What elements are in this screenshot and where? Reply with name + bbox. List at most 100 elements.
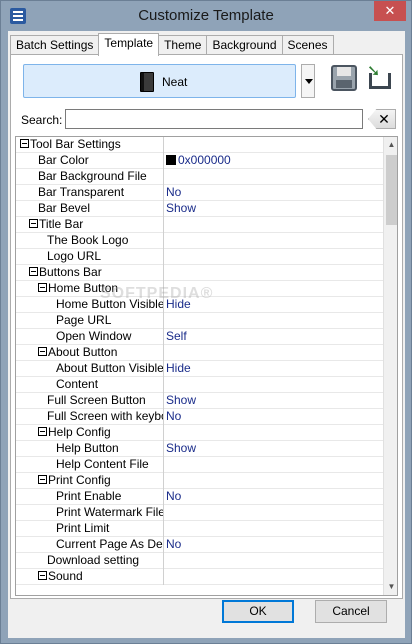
tree-row[interactable]: Help Config bbox=[16, 425, 384, 441]
property-name: Title Bar bbox=[16, 217, 164, 233]
template-select-button[interactable]: Neat bbox=[23, 64, 296, 98]
scroll-up-icon[interactable]: ▲ bbox=[384, 137, 397, 153]
property-value[interactable]: 0x000000 bbox=[166, 153, 231, 168]
collapse-toggle-icon[interactable] bbox=[38, 475, 47, 485]
property-name: Help Content File bbox=[16, 457, 164, 473]
tree-row[interactable]: About Button Visible Hide bbox=[16, 361, 384, 377]
tree-row[interactable]: Bar Bevel Show bbox=[16, 201, 384, 217]
property-name: Bar Transparent bbox=[16, 185, 164, 201]
property-value-text: Hide bbox=[166, 361, 191, 375]
title-bar[interactable]: Customize Template ✕ bbox=[1, 1, 411, 31]
collapse-toggle-icon[interactable] bbox=[29, 219, 38, 229]
property-value-text: Self bbox=[166, 329, 187, 343]
property-name: About Button bbox=[16, 345, 164, 361]
scroll-down-icon[interactable]: ▼ bbox=[384, 579, 397, 595]
property-label: Bar Transparent bbox=[38, 185, 125, 199]
property-value[interactable]: No bbox=[166, 537, 181, 552]
property-label: Print Config bbox=[48, 473, 111, 487]
tree-row[interactable]: The Book Logo bbox=[16, 233, 384, 249]
property-name: Download setting bbox=[16, 553, 164, 569]
tree-row[interactable]: Print Limit bbox=[16, 521, 384, 537]
tree-row[interactable]: Help Content File bbox=[16, 457, 384, 473]
tree-row[interactable]: Buttons Bar bbox=[16, 265, 384, 281]
tree-row[interactable]: Full Screen with keybo...No bbox=[16, 409, 384, 425]
template-tab-panel: Neat ➘ Search: ✕ Tool Bar Settings Bar Co… bbox=[10, 54, 403, 599]
tree-row[interactable]: Current Page As De... No bbox=[16, 537, 384, 553]
tree-row[interactable]: Logo URL bbox=[16, 249, 384, 265]
property-value[interactable]: Self bbox=[166, 329, 187, 344]
collapse-toggle-icon[interactable] bbox=[20, 139, 29, 149]
tree-row[interactable]: Help Button Show bbox=[16, 441, 384, 457]
property-value[interactable]: Show bbox=[166, 201, 196, 216]
property-name: Bar Background File bbox=[16, 169, 164, 185]
save-icon[interactable] bbox=[331, 65, 357, 91]
clear-search-button[interactable]: ✕ bbox=[368, 109, 396, 129]
search-input[interactable] bbox=[65, 109, 363, 129]
cancel-button[interactable]: Cancel bbox=[315, 600, 387, 623]
tree-row[interactable]: Download setting bbox=[16, 553, 384, 569]
property-name: Print Enable bbox=[16, 489, 164, 505]
tree-row[interactable]: Print Enable No bbox=[16, 489, 384, 505]
property-value[interactable]: Show bbox=[166, 393, 196, 408]
tree-row[interactable]: Bar Transparent No bbox=[16, 185, 384, 201]
tree-row[interactable]: Full Screen Button Show bbox=[16, 393, 384, 409]
tree-row[interactable]: Home Button Visible Hide bbox=[16, 297, 384, 313]
property-label: About Button bbox=[48, 345, 118, 359]
tree-row[interactable]: Tool Bar Settings bbox=[16, 137, 384, 153]
property-value[interactable]: No bbox=[166, 409, 181, 424]
collapse-toggle-icon[interactable] bbox=[38, 571, 47, 581]
tree-row[interactable]: Title Bar bbox=[16, 217, 384, 233]
property-name: Full Screen with keybo... bbox=[16, 409, 164, 425]
tree-row[interactable]: Sound bbox=[16, 569, 384, 585]
export-icon[interactable]: ➘ bbox=[365, 64, 393, 91]
dialog-window: Customize Template ✕ Batch Settings Temp… bbox=[0, 0, 412, 644]
property-value-text: No bbox=[166, 185, 182, 199]
tree-row[interactable]: Print Config bbox=[16, 473, 384, 489]
property-value[interactable]: No bbox=[166, 489, 181, 504]
property-label: Open Window bbox=[56, 329, 132, 343]
tree-row[interactable]: About Button bbox=[16, 345, 384, 361]
window-title: Customize Template bbox=[138, 7, 274, 24]
property-value-text: 0x000000 bbox=[178, 153, 231, 167]
property-name: Home Button bbox=[16, 281, 164, 297]
tab-theme[interactable]: Theme bbox=[158, 35, 208, 55]
collapse-toggle-icon[interactable] bbox=[38, 427, 47, 437]
tab-batch-settings[interactable]: Batch Settings bbox=[10, 35, 100, 55]
property-value-text: No bbox=[166, 537, 182, 551]
property-value[interactable]: Show bbox=[166, 441, 196, 456]
collapse-toggle-icon[interactable] bbox=[38, 283, 47, 293]
property-name: Full Screen Button bbox=[16, 393, 164, 409]
ok-button[interactable]: OK bbox=[222, 600, 294, 623]
scrollbar-thumb[interactable] bbox=[386, 155, 397, 225]
book-icon bbox=[140, 72, 154, 92]
property-label: Full Screen with keybo... bbox=[47, 409, 163, 423]
close-button[interactable]: ✕ bbox=[374, 1, 406, 21]
property-value[interactable]: Hide bbox=[166, 297, 191, 312]
tab-strip: Batch Settings Template Theme Background… bbox=[10, 33, 334, 56]
property-name: Print Config bbox=[16, 473, 164, 489]
tree-row[interactable]: Page URL bbox=[16, 313, 384, 329]
tree-row[interactable]: Open Window Self bbox=[16, 329, 384, 345]
property-name: About Button Visible bbox=[16, 361, 164, 377]
property-value[interactable]: Hide bbox=[166, 361, 191, 376]
property-name: Sound bbox=[16, 569, 164, 585]
property-name: Open Window bbox=[16, 329, 164, 345]
tab-background[interactable]: Background bbox=[206, 35, 283, 55]
property-value[interactable]: No bbox=[166, 185, 181, 200]
property-label: Download setting bbox=[47, 553, 140, 567]
tree-row[interactable]: Print Watermark File bbox=[16, 505, 384, 521]
template-dropdown-button[interactable] bbox=[301, 64, 315, 98]
vertical-scrollbar[interactable]: ▲ ▼ bbox=[383, 137, 397, 595]
tab-template[interactable]: Template bbox=[98, 33, 160, 56]
tab-scenes[interactable]: Scenes bbox=[281, 35, 334, 55]
tree-row[interactable]: Bar Color 0x000000 bbox=[16, 153, 384, 169]
property-name: Help Button bbox=[16, 441, 164, 457]
tree-row[interactable]: Bar Background File bbox=[16, 169, 384, 185]
tree-row[interactable]: Home Button bbox=[16, 281, 384, 297]
property-name: Print Watermark File bbox=[16, 505, 164, 521]
collapse-toggle-icon[interactable] bbox=[38, 347, 47, 357]
property-label: The Book Logo bbox=[47, 233, 129, 247]
tree-row[interactable]: Content bbox=[16, 377, 384, 393]
property-label: Sound bbox=[48, 569, 83, 583]
collapse-toggle-icon[interactable] bbox=[29, 267, 38, 277]
